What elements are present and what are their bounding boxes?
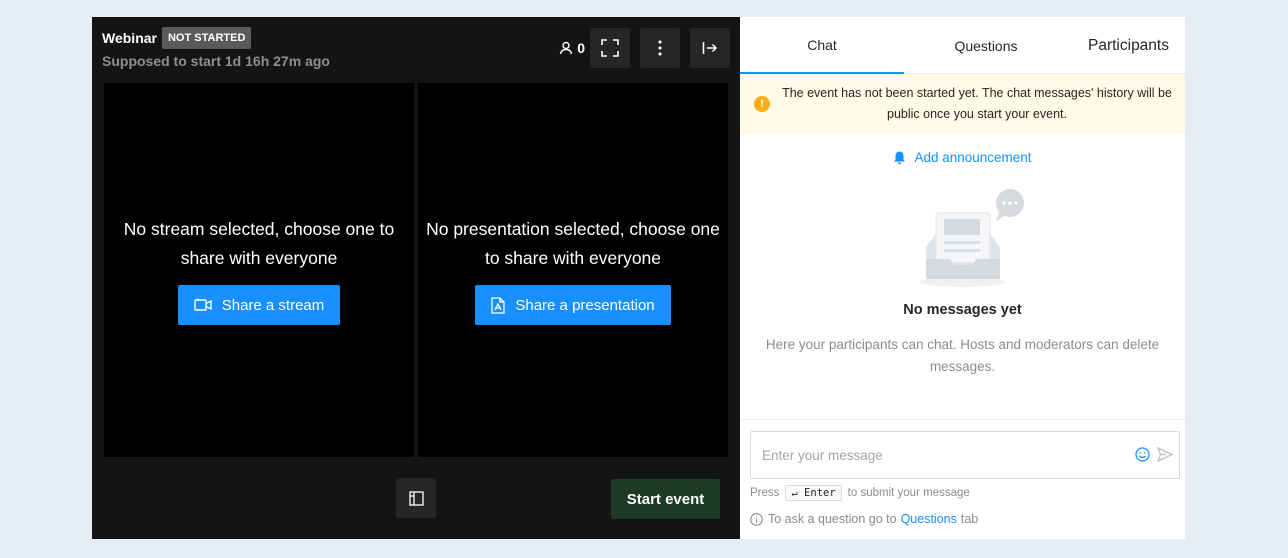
stage: Webinar NOT STARTED Supposed to start 1d… <box>92 17 740 539</box>
title-row: Webinar NOT STARTED <box>102 27 252 49</box>
send-button[interactable] <box>1156 446 1174 467</box>
more-vertical-icon <box>658 40 662 56</box>
tab-chat[interactable]: Chat <box>740 17 904 74</box>
presentation-empty-message: No presentation selected, choose one to … <box>426 219 720 268</box>
info-icon <box>750 512 763 526</box>
empty-inbox-icon <box>920 189 1024 287</box>
status-badge: NOT STARTED <box>161 27 252 49</box>
tab-questions[interactable]: Questions <box>904 17 1068 74</box>
user-icon <box>560 41 573 55</box>
composer-divider <box>740 419 1185 420</box>
fullscreen-icon <box>601 39 619 57</box>
share-stream-button[interactable]: Share a stream <box>177 285 341 325</box>
empty-inbox-illustration <box>918 189 1028 294</box>
start-event-button[interactable]: Start event <box>611 479 720 519</box>
webinar-app: Webinar NOT STARTED Supposed to start 1d… <box>92 17 1185 539</box>
warning-icon: ! <box>754 96 770 112</box>
fullscreen-button[interactable] <box>590 28 630 68</box>
participant-count-value: 0 <box>577 40 585 56</box>
emoji-button[interactable] <box>1135 447 1150 467</box>
layout-toggle-button[interactable] <box>396 478 436 518</box>
pdf-file-icon <box>491 296 506 314</box>
stream-panel: No stream selected, choose one to share … <box>104 83 414 457</box>
exit-button[interactable] <box>690 28 730 68</box>
message-input[interactable] <box>751 432 1121 478</box>
exit-icon <box>702 42 718 54</box>
submit-hint: Press ↵ Enter to submit your message <box>750 485 970 501</box>
event-title: Webinar <box>102 30 157 46</box>
message-composer <box>750 431 1180 479</box>
questions-hint-prefix: To ask a question go to <box>768 512 897 526</box>
layout-icon <box>408 490 424 506</box>
share-presentation-label: Share a presentation <box>515 296 655 314</box>
chat-sidebar: Chat Questions Participants ! The event … <box>740 17 1185 539</box>
enter-key-badge: ↵ Enter <box>785 485 842 501</box>
stage-footer: Start event <box>92 457 740 539</box>
stage-header: Webinar NOT STARTED Supposed to start 1d… <box>92 17 740 83</box>
share-stream-label: Share a stream <box>221 296 325 314</box>
questions-link[interactable]: Questions <box>901 512 957 526</box>
not-started-notice: ! The event has not been started yet. Th… <box>740 74 1185 134</box>
more-options-button[interactable] <box>640 28 680 68</box>
hint-suffix: to submit your message <box>847 487 970 499</box>
share-presentation-button[interactable]: Share a presentation <box>475 285 671 325</box>
bell-icon <box>894 151 906 164</box>
notice-text: The event has not been started yet. The … <box>782 86 1172 121</box>
hint-press: Press <box>750 487 780 499</box>
empty-description: Here your participants can chat. Hosts a… <box>765 337 1160 374</box>
presentation-panel: No presentation selected, choose one to … <box>418 83 728 457</box>
sidebar-tabs: Chat Questions Participants <box>740 17 1185 74</box>
send-icon <box>1156 446 1174 463</box>
add-announcement-link[interactable]: Add announcement <box>740 150 1185 165</box>
stream-empty-message: No stream selected, choose one to share … <box>123 219 395 268</box>
participant-count: 0 <box>559 40 585 56</box>
start-time-subtitle: Supposed to start 1d 16h 27m ago <box>102 53 330 69</box>
smile-icon <box>1135 447 1150 462</box>
tab-participants[interactable]: Participants <box>1068 17 1185 74</box>
video-camera-icon <box>194 298 212 311</box>
add-announcement-label: Add announcement <box>914 150 1032 165</box>
header-actions: 0 <box>559 28 730 68</box>
questions-hint: To ask a question go to Questions tab <box>750 512 978 526</box>
empty-title: No messages yet <box>903 302 1022 318</box>
questions-hint-suffix: tab <box>960 512 979 526</box>
